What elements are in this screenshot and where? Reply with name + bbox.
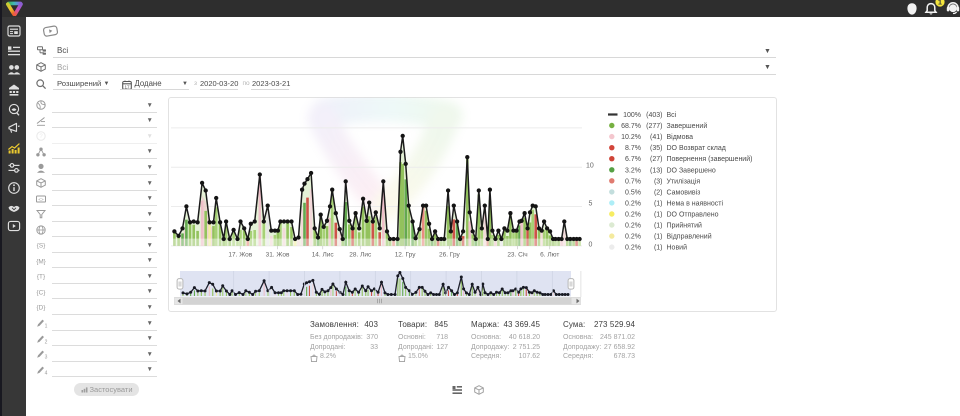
svg-text:(277): (277) (646, 123, 662, 130)
svg-text:3.2%: 3.2% (625, 167, 641, 174)
svg-text:Прийнятий: Прийнятий (667, 222, 703, 230)
svg-text:(1): (1) (654, 200, 663, 207)
svg-text:3: 3 (44, 355, 47, 359)
svg-text:0.2%: 0.2% (625, 212, 641, 219)
svg-text:DO Отправлено: DO Отправлено (667, 212, 719, 219)
svg-text:0.2%: 0.2% (625, 234, 641, 241)
svg-text:100%: 100% (623, 112, 641, 119)
svg-text:{C}: {C} (36, 289, 46, 296)
svg-text:Всі: Всі (667, 111, 677, 119)
svg-text:14. Лис: 14. Лис (312, 252, 335, 259)
svg-text:5: 5 (589, 201, 593, 208)
svg-text:{D}: {D} (36, 305, 46, 312)
svg-text:0.5%: 0.5% (625, 189, 641, 196)
svg-text:DO Завершено: DO Завершено (667, 167, 716, 174)
svg-text:0.2%: 0.2% (625, 223, 641, 230)
svg-text:(41): (41) (650, 134, 662, 141)
svg-text:17. Жов: 17. Жов (228, 252, 252, 259)
svg-text:(1): (1) (654, 212, 663, 219)
svg-text:Самовивіз: Самовивіз (667, 188, 701, 196)
svg-text:(13): (13) (650, 167, 662, 174)
svg-text:8.7%: 8.7% (625, 145, 641, 152)
svg-text:<>: <> (38, 196, 44, 201)
svg-text:(1): (1) (654, 234, 663, 241)
svg-text:0.2%: 0.2% (625, 245, 641, 252)
svg-text:Завершений: Завершений (667, 122, 708, 130)
svg-text:2: 2 (44, 339, 47, 343)
svg-text:0: 0 (589, 241, 593, 248)
svg-text:Нема в наявності: Нема в наявності (667, 199, 724, 207)
svg-text:{S}: {S} (36, 243, 45, 250)
svg-text:Відмова: Відмова (667, 133, 694, 141)
svg-text:Повернення (завершений): Повернення (завершений) (667, 155, 753, 163)
svg-text:1: 1 (44, 324, 47, 328)
svg-text:(403): (403) (646, 112, 662, 119)
svg-text:{T}: {T} (36, 274, 45, 281)
svg-text:(1): (1) (654, 245, 663, 252)
svg-text:DO Возврат склад: DO Возврат склад (667, 145, 726, 152)
svg-text:0.2%: 0.2% (625, 200, 641, 207)
svg-text:6. Лют: 6. Лют (540, 252, 559, 259)
svg-text:(35): (35) (650, 145, 662, 152)
svg-text:(1): (1) (654, 223, 663, 230)
svg-text:31. Жов: 31. Жов (266, 252, 290, 259)
svg-text:68.7%: 68.7% (621, 123, 641, 130)
svg-text:10.2%: 10.2% (621, 134, 641, 141)
svg-text:28. Лис: 28. Лис (349, 252, 372, 259)
svg-text:23. Січ: 23. Січ (507, 251, 527, 259)
svg-text:10: 10 (586, 162, 594, 169)
svg-text:4: 4 (44, 370, 47, 374)
svg-text:Новий: Новий (667, 244, 688, 252)
svg-text:26. Гру: 26. Гру (439, 252, 461, 259)
svg-text:12. Гру: 12. Гру (395, 252, 417, 259)
svg-text:{M}: {M} (36, 258, 46, 265)
svg-text:(27): (27) (650, 156, 662, 163)
svg-text:Утилізація: Утилізація (667, 177, 701, 185)
svg-text:6.7%: 6.7% (625, 156, 641, 163)
svg-text:(2): (2) (654, 189, 663, 196)
svg-text:Відправлений: Відправлений (667, 233, 712, 241)
svg-text:0.7%: 0.7% (625, 178, 641, 185)
svg-text:(3): (3) (654, 178, 663, 185)
